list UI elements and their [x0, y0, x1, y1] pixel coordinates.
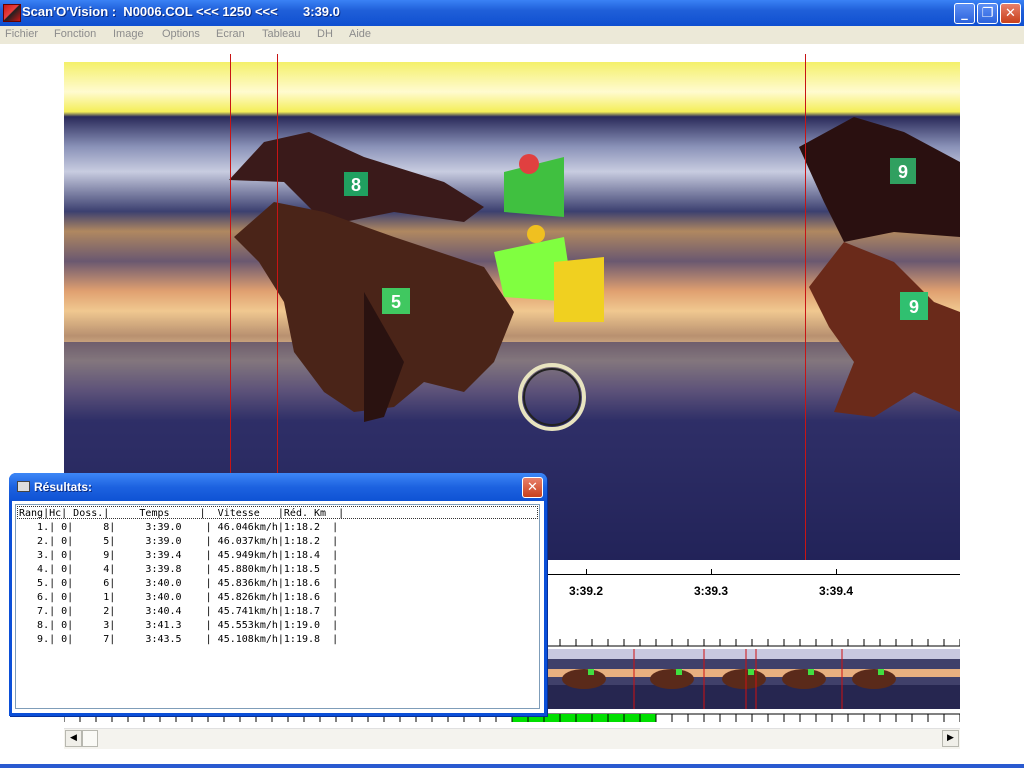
- ruler-label: 3:39.4: [818, 584, 854, 598]
- menu-bar: Fichier Fonction Image Options Ecran Tab…: [0, 26, 1024, 44]
- ruler-label: 3:39.3: [693, 584, 729, 598]
- cursor-line-1[interactable]: [230, 54, 231, 474]
- saddle-number-9a: 9: [898, 162, 908, 182]
- app-icon[interactable]: [3, 4, 21, 22]
- ruler-tick: [836, 569, 837, 575]
- scroll-thumb[interactable]: [82, 730, 98, 747]
- saddle-number-8: 8: [351, 175, 361, 195]
- list-item[interactable]: 7.| 0| 2| 3:40.4 | 45.741km/h|1:18.7 |: [19, 605, 338, 618]
- list-item[interactable]: 2.| 0| 5| 3:39.0 | 46.037km/h|1:18.2 |: [19, 535, 338, 548]
- list-item[interactable]: 1.| 0| 8| 3:39.0 | 46.046km/h|1:18.2 |: [19, 521, 338, 534]
- scroll-left-button[interactable]: ◀: [65, 730, 82, 747]
- results-dialog-title: Résultats:: [34, 480, 93, 494]
- menu-fonction[interactable]: Fonction: [54, 28, 96, 40]
- list-item[interactable]: 5.| 0| 6| 3:40.0 | 45.836km/h|1:18.6 |: [19, 577, 338, 590]
- ruler-label: 3:39.2: [568, 584, 604, 598]
- menu-fichier[interactable]: Fichier: [5, 28, 38, 40]
- ruler-tick: [711, 569, 712, 575]
- cursor-line-3[interactable]: [805, 54, 806, 579]
- menu-ecran[interactable]: Ecran: [216, 28, 245, 40]
- menu-image[interactable]: Image: [113, 28, 144, 40]
- saddle-number-9b: 9: [909, 297, 919, 317]
- list-item[interactable]: 6.| 0| 1| 3:40.0 | 45.826km/h|1:18.6 |: [19, 591, 338, 604]
- window-title: Scan'O'Vision : N0006.COL <<< 1250 <<< 3…: [22, 4, 340, 19]
- results-list[interactable]: Rang|Hc| Doss.| Temps | Vitesse |Réd. Km…: [15, 504, 540, 709]
- results-dialog-body: Rang|Hc| Doss.| Temps | Vitesse |Réd. Km…: [12, 501, 544, 713]
- menu-tableau[interactable]: Tableau: [262, 28, 301, 40]
- ruler-tick: [586, 569, 587, 575]
- scroll-right-button[interactable]: ▶: [942, 730, 959, 747]
- results-header: Rang|Hc| Doss.| Temps | Vitesse |Réd. Km…: [19, 508, 345, 519]
- list-item[interactable]: 3.| 0| 9| 3:39.4 | 45.949km/h|1:18.4 |: [19, 549, 338, 562]
- printer-icon[interactable]: [17, 481, 30, 492]
- taskbar-edge: [0, 764, 1024, 768]
- list-item[interactable]: 4.| 0| 4| 3:39.8 | 45.880km/h|1:18.5 |: [19, 563, 338, 576]
- cursor-line-2[interactable]: [277, 54, 278, 474]
- menu-dh[interactable]: DH: [317, 28, 333, 40]
- restore-button[interactable]: ❐: [977, 3, 998, 24]
- list-item[interactable]: 9.| 0| 7| 3:43.5 | 45.108km/h|1:19.8 |: [19, 633, 338, 646]
- close-button[interactable]: ✕: [1000, 3, 1021, 24]
- results-close-button[interactable]: ✕: [522, 477, 543, 498]
- menu-aide[interactable]: Aide: [349, 28, 371, 40]
- menu-options[interactable]: Options: [162, 28, 200, 40]
- minimize-button[interactable]: _: [954, 3, 975, 24]
- list-item[interactable]: 8.| 0| 3| 3:41.3 | 45.553km/h|1:19.0 |: [19, 619, 338, 632]
- horizontal-scrollbar[interactable]: ◀ ▶: [64, 728, 960, 749]
- saddle-number-5: 5: [391, 292, 401, 312]
- results-dialog-title-bar[interactable]: Résultats: ✕: [9, 473, 547, 501]
- results-dialog[interactable]: Résultats: ✕ Rang|Hc| Doss.| Temps | Vit…: [9, 473, 547, 716]
- title-bar[interactable]: Scan'O'Vision : N0006.COL <<< 1250 <<< 3…: [0, 0, 1024, 26]
